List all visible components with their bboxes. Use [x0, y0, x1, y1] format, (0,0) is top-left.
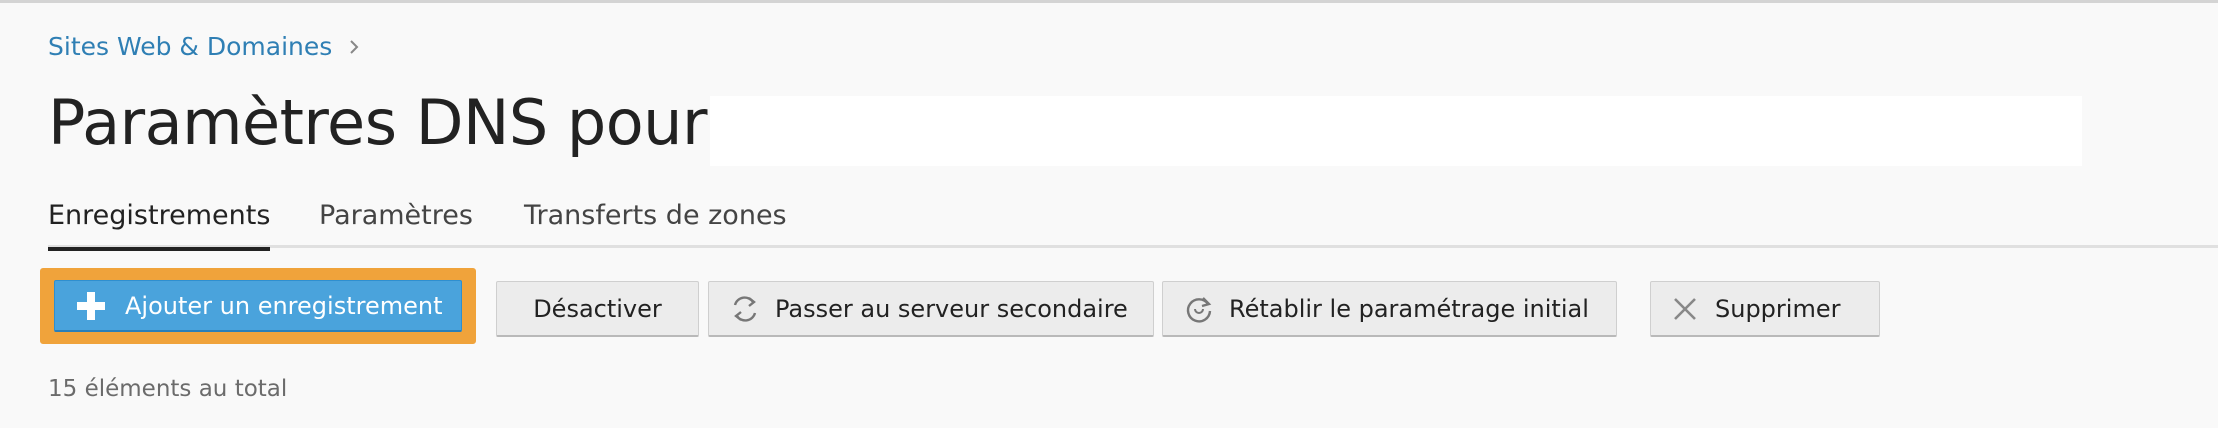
switch-secondary-server-label: Passer au serveur secondaire	[775, 294, 1128, 323]
swap-arrows-icon	[733, 295, 757, 322]
disable-button[interactable]: Désactiver	[496, 281, 699, 337]
add-record-highlight: Ajouter un enregistrement	[40, 268, 476, 344]
total-items-count: 15 éléments au total	[48, 376, 288, 402]
plus-icon	[77, 291, 105, 320]
domain-name-redacted	[710, 96, 2082, 166]
page-title: Paramètres DNS pour	[48, 86, 707, 159]
reset-initial-settings-button[interactable]: Rétablir le paramétrage initial	[1162, 281, 1617, 337]
tab-bar: Enregistrements Paramètres Transferts de…	[48, 200, 2218, 251]
page-title-row: Paramètres DNS pour	[48, 86, 707, 159]
disable-label: Désactiver	[533, 294, 662, 323]
delete-button[interactable]: Supprimer	[1650, 281, 1880, 337]
top-divider	[0, 0, 2218, 3]
chevron-right-icon	[350, 39, 359, 54]
breadcrumb: Sites Web & Domaines	[48, 32, 364, 61]
add-record-label: Ajouter un enregistrement	[125, 291, 443, 320]
close-icon	[1674, 297, 1696, 320]
reset-initial-settings-label: Rétablir le paramétrage initial	[1229, 294, 1589, 323]
add-record-button[interactable]: Ajouter un enregistrement	[54, 280, 462, 332]
tab-settings[interactable]: Paramètres	[319, 200, 473, 248]
tab-zone-transfers[interactable]: Transferts de zones	[524, 200, 787, 248]
toolbar: Ajouter un enregistrement Désactiver Pas…	[0, 268, 2218, 348]
switch-secondary-server-button[interactable]: Passer au serveur secondaire	[708, 281, 1154, 337]
delete-label: Supprimer	[1715, 294, 1841, 323]
tab-records[interactable]: Enregistrements	[48, 200, 271, 251]
breadcrumb-link-websites-domains[interactable]: Sites Web & Domaines	[48, 32, 332, 61]
reset-icon	[1186, 296, 1212, 323]
